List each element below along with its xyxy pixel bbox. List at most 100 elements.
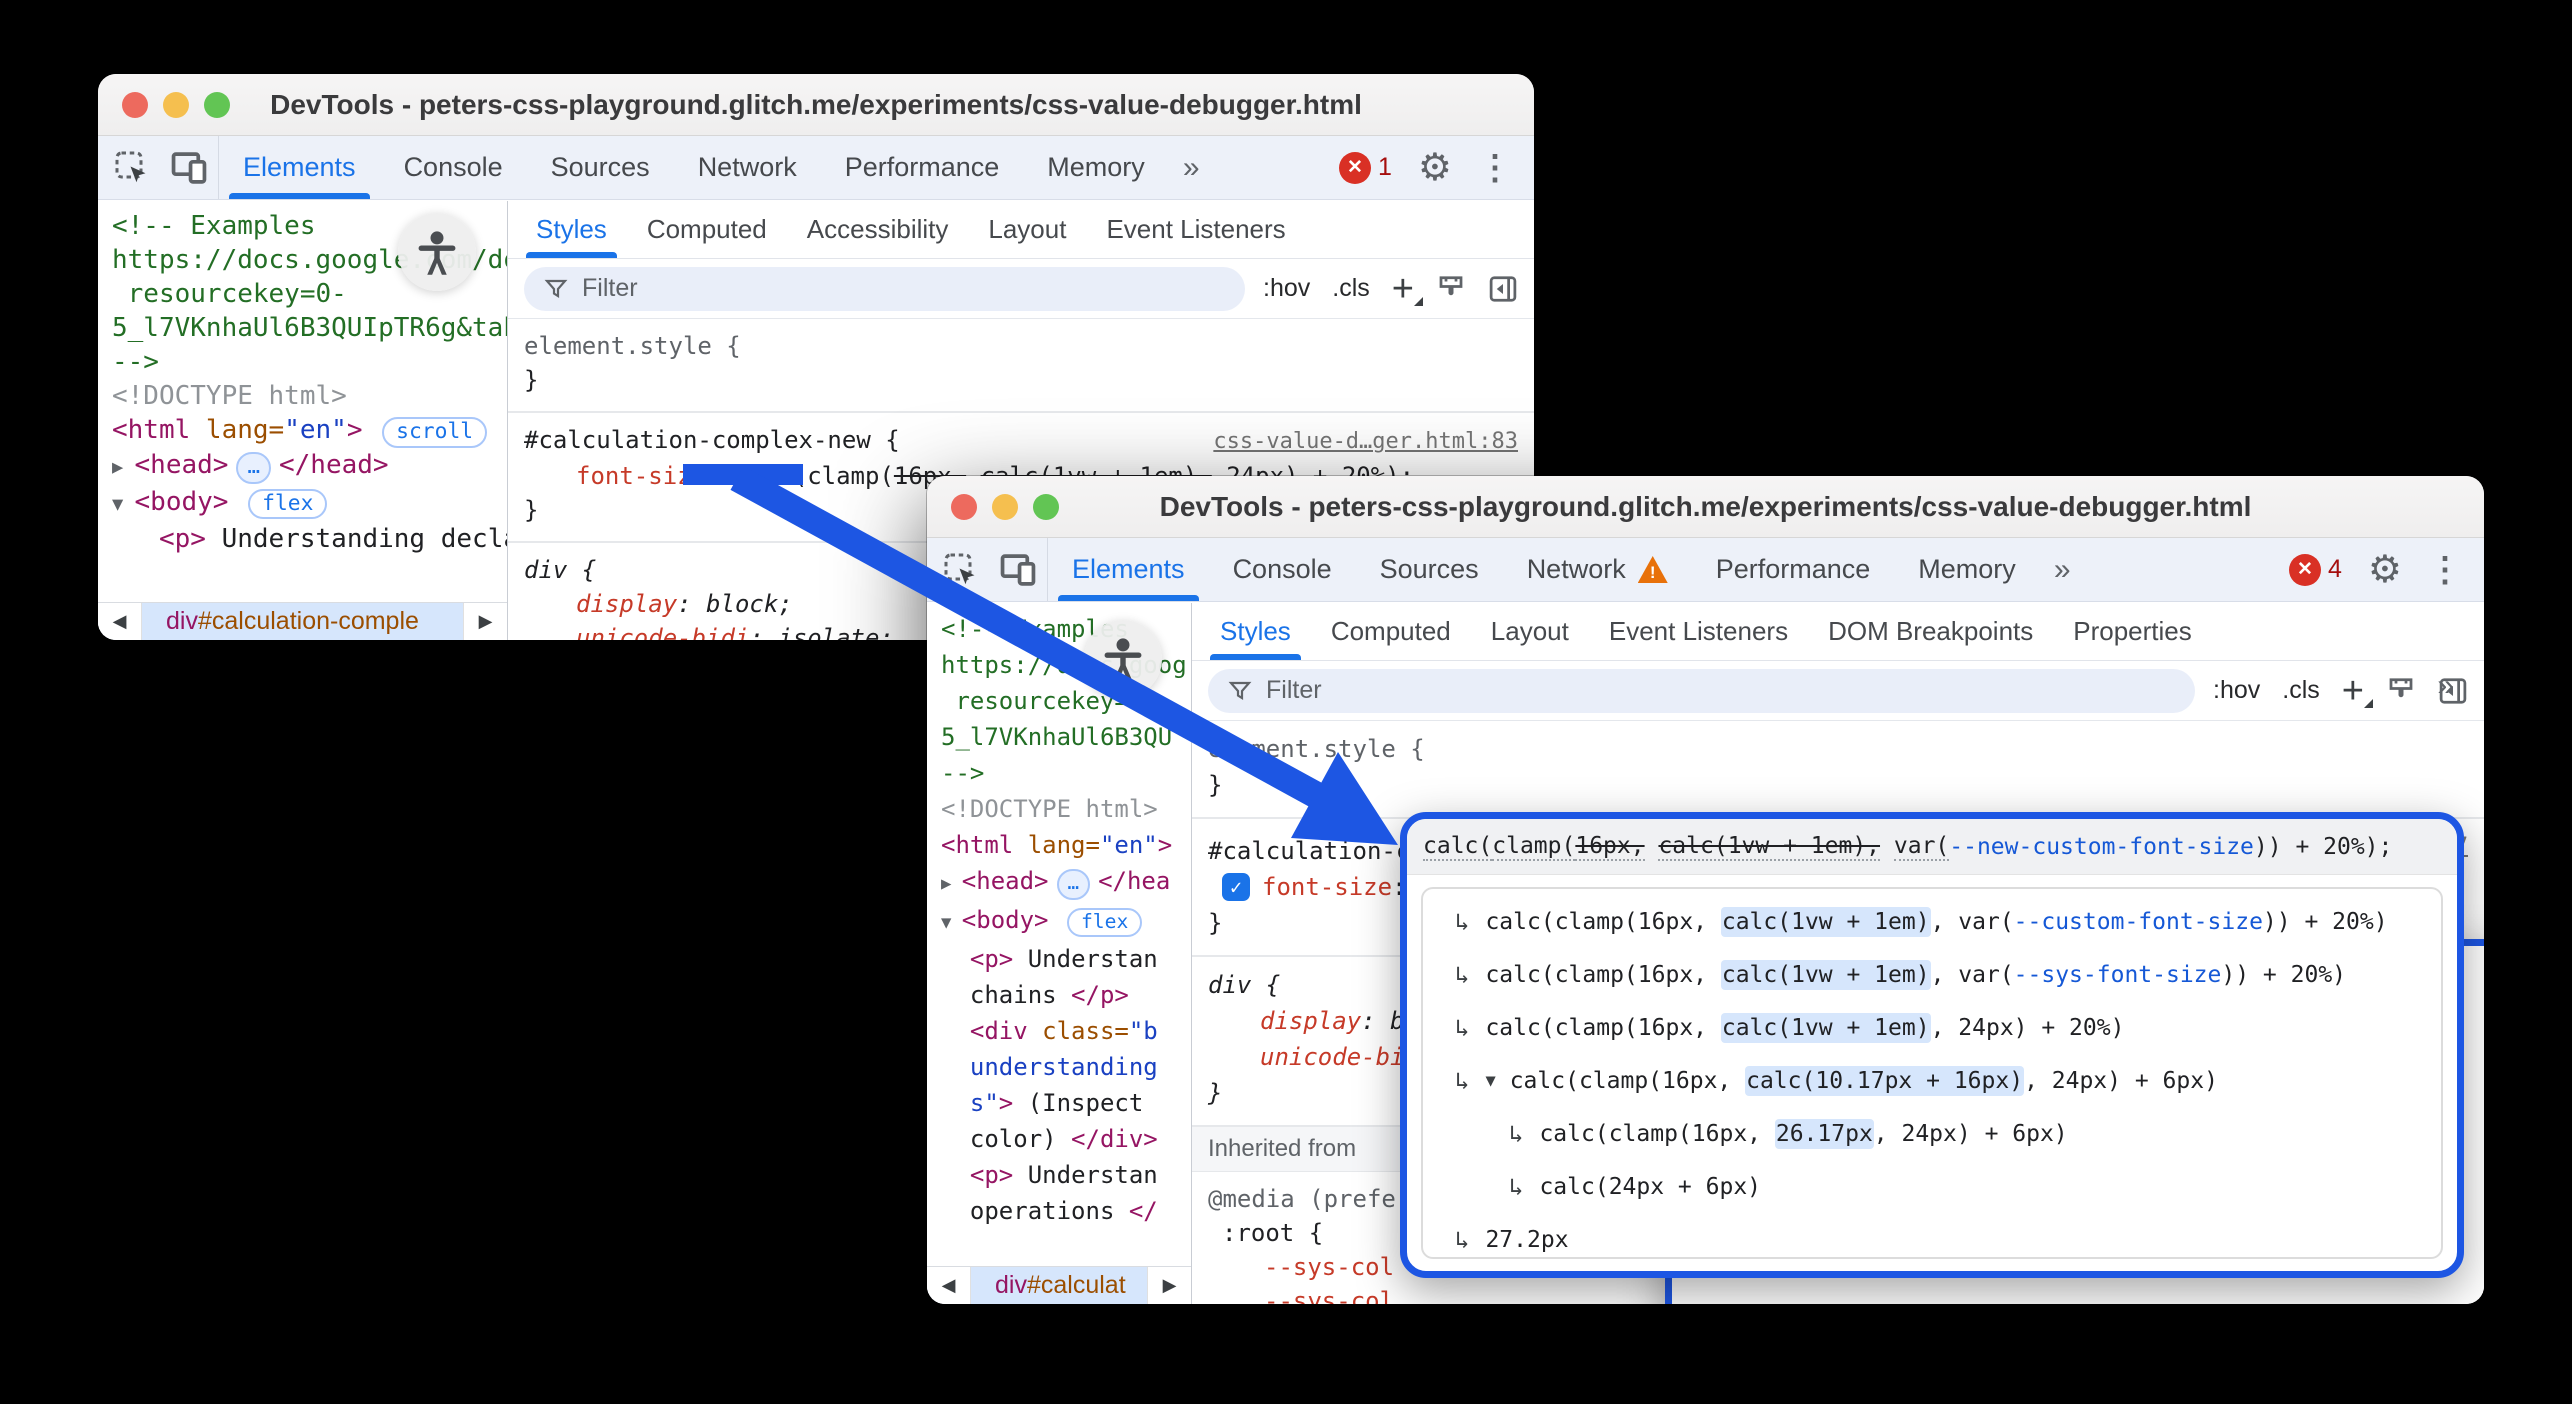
toggle-class-button[interactable]: .cls: [1332, 274, 1370, 303]
close-window-button[interactable]: [951, 494, 977, 520]
dom-tree-node[interactable]: color) </div>: [941, 1121, 1191, 1157]
dom-tree-node[interactable]: chains </p>: [941, 977, 1191, 1013]
dom-tree-node[interactable]: operations </: [941, 1193, 1191, 1229]
element-style-section[interactable]: element.style { }: [508, 319, 1534, 413]
filter-input[interactable]: Filter: [524, 267, 1245, 311]
sidebar-tab[interactable]: Event Listeners: [1589, 603, 1808, 660]
error-badge[interactable]: ✕ 1: [1339, 152, 1392, 184]
trace-step[interactable]: ↳ ▼ calc(clamp(16px, 26.17px, 24px) + 6p…: [1423, 1107, 2441, 1160]
panel-tab-label: Memory: [1047, 152, 1145, 183]
sidebar-tab[interactable]: Computed: [627, 201, 787, 258]
expander-icon[interactable]: ▼: [1485, 1071, 1495, 1091]
breadcrumb-scroll-left-icon[interactable]: ◀: [98, 603, 142, 640]
return-arrow-icon: ↳: [1509, 1120, 1523, 1148]
dom-tree-node[interactable]: ▼ <body> flex: [941, 902, 1191, 941]
stylesheet-link[interactable]: css-value-d…ger.html:83: [1213, 425, 1518, 459]
dom-tree-node[interactable]: -->: [941, 755, 1191, 791]
panel-tab[interactable]: Elements !: [1048, 538, 1209, 601]
settings-gear-icon[interactable]: ⚙: [1418, 149, 1452, 187]
sidebar-tab[interactable]: Event Listeners: [1086, 201, 1305, 258]
panel-tab[interactable]: Performance !: [821, 136, 1024, 199]
zoom-window-button[interactable]: [204, 92, 230, 118]
dom-tree-node[interactable]: <!DOCTYPE html>: [941, 791, 1191, 827]
dom-tree-node[interactable]: 5_l7VKnhaUl6B3QU: [941, 719, 1191, 755]
minimize-window-button[interactable]: [992, 494, 1018, 520]
filter-input[interactable]: Filter: [1208, 669, 2195, 713]
dom-tree-node[interactable]: <p> Understan: [941, 1157, 1191, 1193]
panel-tab[interactable]: Console !: [380, 136, 527, 199]
trace-step[interactable]: ↳ ▼ calc(clamp(16px, calc(10.17px + 16px…: [1423, 1054, 2441, 1107]
sidebar-tab[interactable]: Layout: [1471, 603, 1589, 660]
kebab-menu-icon[interactable]: ⋮: [1478, 148, 1512, 188]
sidebar-tab[interactable]: Properties: [2053, 603, 2212, 660]
css-declaration-name[interactable]: font-size:: [1262, 869, 1407, 905]
dom-tree-node[interactable]: <p> Understanding decla: [112, 522, 507, 556]
new-style-rule-button[interactable]: +: [1392, 270, 1414, 308]
trace-declaration-value[interactable]: calc(clamp(16px, calc(1vw + 1em), var(--…: [1407, 819, 2457, 875]
toggle-pseudo-class-button[interactable]: :hov: [1263, 274, 1310, 303]
breadcrumb-selected-node[interactable]: div#calculat: [971, 1271, 1130, 1300]
declaration-checkbox[interactable]: ✓: [1222, 873, 1250, 901]
rule-selector[interactable]: #calculation-complex-new {: [524, 423, 900, 457]
dom-tree-node[interactable]: <div class="b: [941, 1013, 1191, 1049]
dom-tree-node[interactable]: understanding: [941, 1049, 1191, 1085]
device-toolbar-icon[interactable]: [170, 151, 208, 185]
dom-tree-node[interactable]: <!DOCTYPE html>: [112, 379, 507, 413]
sidebar-tab[interactable]: DOM Breakpoints: [1808, 603, 2053, 660]
trace-step[interactable]: ↳ ▼ calc(clamp(16px, calc(1vw + 1em), va…: [1423, 948, 2441, 1001]
trace-step[interactable]: ↳ ▼ calc(clamp(16px, calc(1vw + 1em), va…: [1423, 895, 2441, 948]
toggle-sidebar-icon[interactable]: [1488, 274, 1518, 304]
breadcrumb-selected-node[interactable]: div#calculation-comple: [142, 607, 423, 636]
panel-tab[interactable]: Network !: [1503, 538, 1692, 601]
trace-step[interactable]: ↳ ▼ calc(24px + 6px): [1423, 1160, 2441, 1213]
dom-tree-node[interactable]: ▼ <body> flex: [112, 485, 507, 522]
zoom-window-button[interactable]: [1033, 494, 1059, 520]
dom-tree-node[interactable]: 5_l7VKnhaUl6B3QUIpTR6g&tab=: [112, 311, 507, 345]
more-tabs-icon[interactable]: »: [2423, 669, 2468, 703]
trace-step[interactable]: ↳ ▼ 27.2px: [1423, 1213, 2441, 1259]
dom-tree-node[interactable]: <html lang="en"> scroll: [112, 413, 507, 448]
trace-steps-panel: ↳ ▼ calc(clamp(16px, calc(1vw + 1em), va…: [1421, 887, 2443, 1259]
dom-tree-node[interactable]: ▶ <head>…</hea: [941, 863, 1191, 902]
minimize-window-button[interactable]: [163, 92, 189, 118]
sidebar-tab[interactable]: Computed: [1311, 603, 1471, 660]
panel-tab[interactable]: Performance !: [1692, 538, 1895, 601]
breadcrumb-scroll-right-icon[interactable]: ▶: [463, 603, 507, 640]
settings-gear-icon[interactable]: ⚙: [2368, 551, 2402, 589]
inspect-element-icon[interactable]: [114, 150, 150, 186]
dom-tree-node[interactable]: <html lang="en">: [941, 827, 1191, 863]
new-style-rule-button[interactable]: +: [2342, 672, 2364, 710]
panel-tab[interactable]: Elements !: [219, 136, 380, 199]
toggle-pseudo-class-button[interactable]: :hov: [2213, 676, 2260, 705]
more-tabs-icon[interactable]: »: [2040, 538, 2085, 601]
breadcrumb-scroll-left-icon[interactable]: ◀: [927, 1267, 971, 1304]
dom-tree-node[interactable]: ▶ <head>…</head>: [112, 448, 507, 485]
kebab-menu-icon[interactable]: ⋮: [2428, 550, 2462, 590]
rendering-brush-icon[interactable]: [2386, 676, 2416, 706]
panel-tab[interactable]: Memory !: [1023, 136, 1169, 199]
panel-tab[interactable]: Memory !: [1894, 538, 2040, 601]
error-badge[interactable]: ✕ 4: [2289, 554, 2342, 586]
rendering-brush-icon[interactable]: [1436, 274, 1466, 304]
breadcrumb-scroll-right-icon[interactable]: ▶: [1147, 1267, 1191, 1304]
sidebar-tab[interactable]: Styles: [1200, 603, 1311, 660]
device-toolbar-icon[interactable]: [999, 553, 1037, 587]
panel-tab[interactable]: Console !: [1209, 538, 1356, 601]
trace-step[interactable]: ↳ ▼ calc(clamp(16px, calc(1vw + 1em), 24…: [1423, 1001, 2441, 1054]
close-window-button[interactable]: [122, 92, 148, 118]
dom-tree-node[interactable]: -->: [112, 345, 507, 379]
element-style-section[interactable]: element.style { }: [1192, 721, 2484, 819]
panel-tab[interactable]: Network !: [674, 136, 821, 199]
dom-tree-node[interactable]: s"> (Inspect: [941, 1085, 1191, 1121]
sidebar-tab[interactable]: Layout: [968, 201, 1086, 258]
panel-tab[interactable]: Sources !: [527, 136, 674, 199]
more-tabs-icon[interactable]: »: [1169, 136, 1214, 199]
sidebar-tab[interactable]: Accessibility: [787, 201, 969, 258]
inspect-element-icon[interactable]: [943, 552, 979, 588]
dom-tree-node[interactable]: resourcekey=0-: [941, 683, 1191, 719]
styles-filter-row: Filter :hov .cls +: [1192, 661, 2484, 721]
toggle-class-button[interactable]: .cls: [2282, 676, 2320, 705]
sidebar-tab[interactable]: Styles: [516, 201, 627, 258]
panel-tab[interactable]: Sources !: [1356, 538, 1503, 601]
dom-tree-node[interactable]: <p> Understan: [941, 941, 1191, 977]
